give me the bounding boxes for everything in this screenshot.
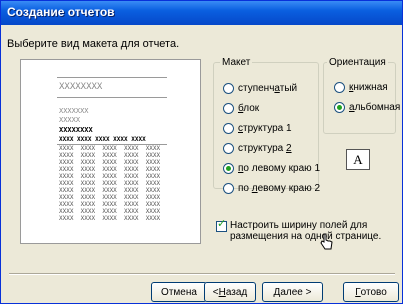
preview-table-header: XXXX XXXX XXXX XXXX XXXX [59, 136, 146, 143]
layout-option-align-left-1[interactable]: по левому краю 1 [223, 163, 320, 174]
layout-prompt: Выберите вид макета для отчета. [7, 38, 180, 50]
preview-bold-line: XXXXXXXX [59, 126, 93, 134]
radio-icon [334, 82, 345, 93]
option-label: по левому краю 1 [238, 163, 321, 174]
radio-icon [223, 163, 234, 174]
preview-rule [57, 77, 167, 78]
landscape-page-icon: A [346, 149, 370, 170]
button-separator [9, 273, 395, 275]
layout-group-legend: Макет [220, 57, 253, 68]
orientation-option-portrait[interactable]: книжная [334, 82, 388, 93]
option-label: блок [238, 103, 260, 114]
option-label: структура 2 [238, 143, 292, 154]
checkmark-icon: ✓ [217, 218, 227, 230]
orientation-group-legend: Ориентация [327, 57, 388, 68]
layout-option-outline-1[interactable]: структура 1 [223, 123, 292, 134]
layout-option-block[interactable]: блок [223, 103, 259, 114]
preview-rule [57, 97, 167, 98]
option-label: книжная [349, 82, 388, 93]
radio-icon [223, 103, 234, 114]
title-bar[interactable]: Создание отчетов [1, 1, 402, 25]
next-button[interactable]: Далее > [262, 282, 323, 302]
fit-width-label: Настроить ширину полей для размещения на… [230, 220, 382, 242]
radio-icon [334, 102, 345, 113]
layout-preview: XXXXXXXX XXXXXXX XXXXX XXXXXXXX XXXX XXX… [20, 59, 201, 244]
layout-option-stepped[interactable]: ступенчатый [223, 83, 297, 94]
radio-icon [223, 143, 234, 154]
orientation-option-landscape[interactable]: альбомная [334, 102, 400, 113]
preview-line: XXXXX [59, 116, 81, 124]
preview-line: XXXXXXX [59, 107, 89, 115]
finish-button[interactable]: Готово [343, 282, 399, 302]
hand-cursor-icon [320, 233, 333, 250]
layout-option-outline-2[interactable]: структура 2 [223, 143, 292, 154]
cancel-button[interactable]: Отмена [151, 282, 207, 302]
preview-table-body: XXXX XXXX XXXX XXXX XXXX XXXX XXXX XXXX … [59, 145, 161, 222]
preview-header-text: XXXXXXXX [59, 82, 103, 92]
radio-icon [223, 183, 234, 194]
back-button[interactable]: < Назад [204, 282, 256, 302]
report-wizard-window: Создание отчетов Выберите вид макета для… [0, 0, 403, 304]
option-label: структура 1 [238, 123, 292, 134]
window-title: Создание отчетов [7, 5, 115, 19]
radio-icon [223, 123, 234, 134]
radio-icon [223, 83, 234, 94]
option-label: по левому краю 2 [238, 183, 321, 194]
option-label: альбомная [349, 102, 401, 113]
option-label: ступенчатый [238, 83, 298, 94]
orientation-group [323, 62, 396, 134]
layout-option-align-left-2[interactable]: по левому краю 2 [223, 183, 320, 194]
